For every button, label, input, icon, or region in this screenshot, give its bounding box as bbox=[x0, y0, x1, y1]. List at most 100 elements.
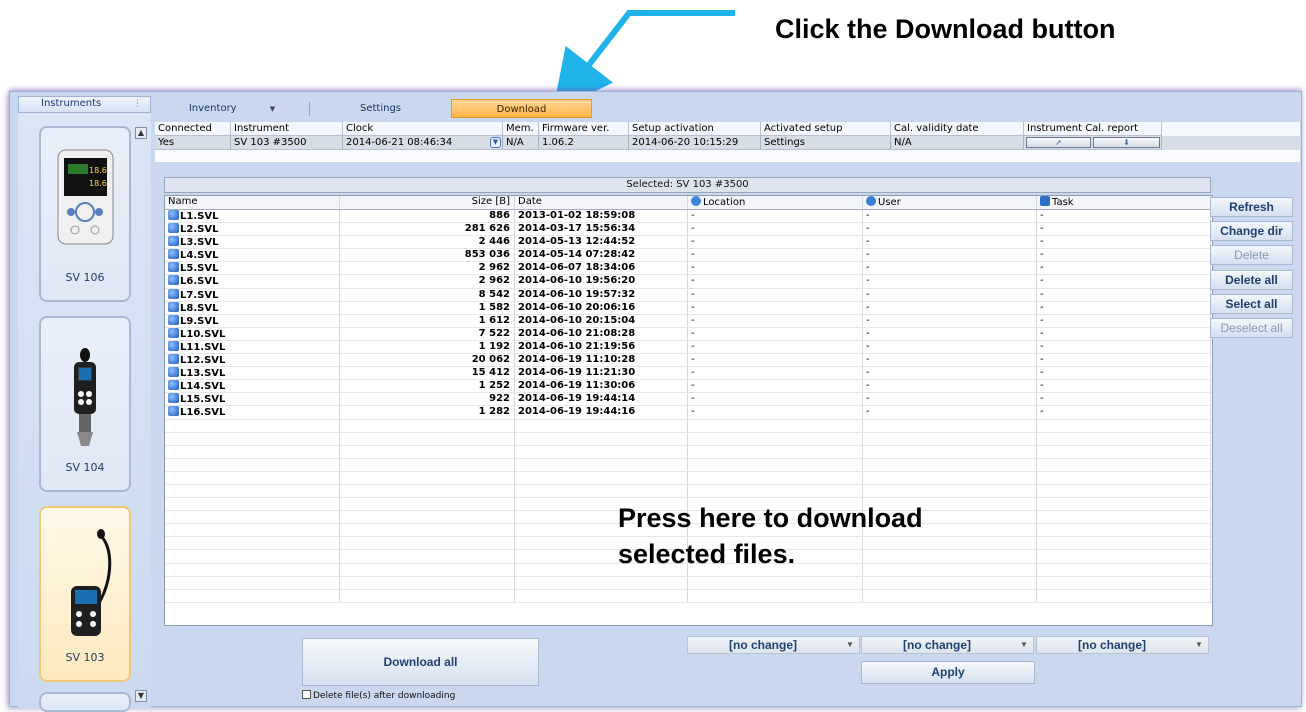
cell-size: 1 612 bbox=[340, 314, 515, 327]
sv103-device-icon bbox=[71, 529, 112, 636]
chevron-down-icon[interactable]: ▼ bbox=[1015, 637, 1033, 653]
file-name: L16.SVL bbox=[180, 407, 226, 419]
cell-location: - bbox=[688, 340, 863, 354]
panel-grip-icon[interactable]: ⋮ bbox=[133, 99, 142, 109]
file-name: L7.SVL bbox=[180, 289, 219, 301]
table-row[interactable]: L14.SVL 1 252 2014-06-19 11:30:06- - - bbox=[165, 380, 1212, 394]
instrument-card-sv103[interactable]: SV 103 bbox=[39, 506, 131, 682]
table-row[interactable]: L6.SVL 2 962 2014-06-10 19:56:20- - - bbox=[165, 275, 1212, 289]
cell-user: - bbox=[863, 301, 1037, 314]
cell-date: 2014-06-10 20:15:04 bbox=[515, 314, 688, 327]
table-row[interactable]: L8.SVL 1 582 2014-06-10 20:06:16- - - bbox=[165, 301, 1212, 315]
col-header-date[interactable]: Date bbox=[515, 196, 688, 209]
cell-task: - bbox=[1037, 327, 1211, 340]
cal-report-open-icon[interactable]: ➚ bbox=[1026, 137, 1091, 148]
table-row[interactable]: L9.SVL 1 612 2014-06-10 20:15:04- - - bbox=[165, 314, 1212, 328]
delete-after-download-checkbox[interactable]: Delete file(s) after downloading bbox=[302, 690, 455, 701]
table-row[interactable]: L15.SVL 922 2014-06-19 19:44:14- - - bbox=[165, 393, 1212, 407]
empty-cell bbox=[1037, 550, 1211, 563]
table-row[interactable]: L4.SVL 853 036 2014-05-14 07:28:42- - - bbox=[165, 249, 1212, 263]
delete-button[interactable]: Delete bbox=[1210, 245, 1293, 265]
cell-task: - bbox=[1037, 406, 1211, 419]
empty-cell bbox=[340, 563, 515, 576]
checkbox-box[interactable] bbox=[302, 690, 311, 699]
col-header-task[interactable]: Task bbox=[1037, 196, 1211, 209]
grid-header: Instrument Cal. report bbox=[1024, 122, 1162, 136]
instrument-card-partial[interactable] bbox=[39, 692, 131, 712]
empty-cell bbox=[165, 432, 340, 445]
deselect-all-button[interactable]: Deselect all bbox=[1210, 318, 1293, 338]
table-row[interactable]: L13.SVL 15 412 2014-06-19 11:21:30- - - bbox=[165, 367, 1212, 381]
table-row[interactable]: L3.SVL 2 446 2014-05-13 12:44:52- - - bbox=[165, 236, 1212, 250]
empty-cell bbox=[863, 458, 1037, 471]
clock-sync-icon[interactable]: ▼ bbox=[490, 137, 501, 148]
table-row[interactable]: L12.SVL 20 062 2014-06-19 11:10:28- - - bbox=[165, 354, 1212, 368]
apply-button[interactable]: Apply bbox=[861, 661, 1035, 684]
tab-download[interactable]: Download bbox=[451, 99, 592, 118]
cell-user: - bbox=[863, 288, 1037, 301]
empty-cell bbox=[165, 484, 340, 498]
cell-date: 2014-06-19 11:30:06 bbox=[515, 380, 688, 393]
file-icon bbox=[168, 314, 179, 325]
scroll-up-icon[interactable]: ▲ bbox=[135, 127, 147, 139]
col-header-name[interactable]: Name bbox=[165, 196, 340, 209]
empty-cell bbox=[688, 445, 863, 458]
empty-cell bbox=[515, 419, 688, 432]
refresh-button[interactable]: Refresh bbox=[1210, 197, 1293, 217]
instrument-card-sv104[interactable]: SV 104 bbox=[39, 316, 131, 492]
col-header-user[interactable]: User bbox=[863, 196, 1037, 209]
location-combo[interactable]: [no change] ▼ bbox=[687, 636, 860, 654]
file-name: L5.SVL bbox=[180, 263, 219, 275]
table-row[interactable]: L1.SVL 886 2013-01-02 18:59:08- - - bbox=[165, 210, 1212, 224]
cell-task: - bbox=[1037, 380, 1211, 393]
table-row[interactable]: L16.SVL 1 282 2014-06-19 19:44:16- - - bbox=[165, 406, 1212, 420]
cell-task: - bbox=[1037, 288, 1211, 301]
col-header-location[interactable]: Location bbox=[688, 196, 863, 209]
cell-location: - bbox=[688, 236, 863, 249]
tab-inventory[interactable]: Inventory ▼ bbox=[155, 99, 309, 118]
file-name: L4.SVL bbox=[180, 250, 219, 262]
file-name: L1.SVL bbox=[180, 211, 219, 222]
task-combo[interactable]: [no change] ▼ bbox=[1036, 636, 1209, 654]
chevron-down-icon[interactable]: ▼ bbox=[270, 105, 275, 113]
grid-value-row[interactable]: Yes SV 103 #3500 2014-06-21 08:46:34 ▼ N… bbox=[155, 136, 1300, 150]
table-row[interactable]: L5.SVL 2 962 2014-06-07 18:34:06- - - bbox=[165, 262, 1212, 276]
delete-after-download-label: Delete file(s) after downloading bbox=[313, 691, 456, 701]
table-row[interactable]: L7.SVL 8 542 2014-06-10 19:57:32- - - bbox=[165, 288, 1212, 302]
instrument-card-sv106[interactable]: 18.6 18.6 SV 106 bbox=[39, 126, 131, 302]
download-all-button[interactable]: Download all bbox=[302, 638, 539, 686]
instrument-label: SV 106 bbox=[65, 271, 105, 284]
cell-location: - bbox=[688, 210, 863, 223]
cell-name: L12.SVL bbox=[165, 354, 340, 367]
grid-value: 2014-06-20 10:15:29 bbox=[629, 136, 761, 150]
change-dir-button[interactable]: Change dir bbox=[1210, 221, 1293, 241]
chevron-down-icon[interactable]: ▼ bbox=[841, 637, 859, 653]
file-icon bbox=[168, 393, 179, 404]
empty-cell bbox=[1037, 576, 1211, 589]
empty-cell bbox=[340, 550, 515, 563]
select-all-button[interactable]: Select all bbox=[1210, 294, 1293, 314]
cal-report-download-icon[interactable]: ⬇ bbox=[1093, 137, 1160, 148]
empty-cell bbox=[863, 484, 1037, 498]
delete-all-button[interactable]: Delete all bbox=[1210, 270, 1293, 290]
cell-date: 2014-06-19 19:44:14 bbox=[515, 393, 688, 406]
empty-cell bbox=[515, 576, 688, 589]
table-row[interactable]: L10.SVL 7 522 2014-06-10 21:08:28- - - bbox=[165, 327, 1212, 341]
file-icon bbox=[168, 275, 179, 286]
chevron-down-icon[interactable]: ▼ bbox=[1190, 637, 1208, 653]
empty-cell bbox=[1037, 484, 1211, 498]
cell-size: 1 192 bbox=[340, 340, 515, 354]
col-header-size[interactable]: Size [B] bbox=[340, 196, 515, 209]
table-row[interactable]: L11.SVL 1 192 2014-06-10 21:19:56- - - bbox=[165, 340, 1212, 355]
empty-cell bbox=[340, 458, 515, 471]
empty-row bbox=[165, 458, 1212, 472]
file-name: L13.SVL bbox=[180, 368, 226, 380]
scroll-down-icon[interactable]: ▼ bbox=[135, 690, 147, 702]
grid-value: Settings bbox=[761, 136, 891, 150]
user-combo[interactable]: [no change] ▼ bbox=[861, 636, 1034, 654]
empty-cell bbox=[340, 576, 515, 589]
cell-name: L16.SVL bbox=[165, 406, 340, 419]
grid-empty-row bbox=[155, 150, 1300, 162]
table-row[interactable]: L2.SVL 281 626 2014-03-17 15:56:34- - - bbox=[165, 223, 1212, 237]
tab-settings[interactable]: Settings bbox=[311, 99, 450, 118]
